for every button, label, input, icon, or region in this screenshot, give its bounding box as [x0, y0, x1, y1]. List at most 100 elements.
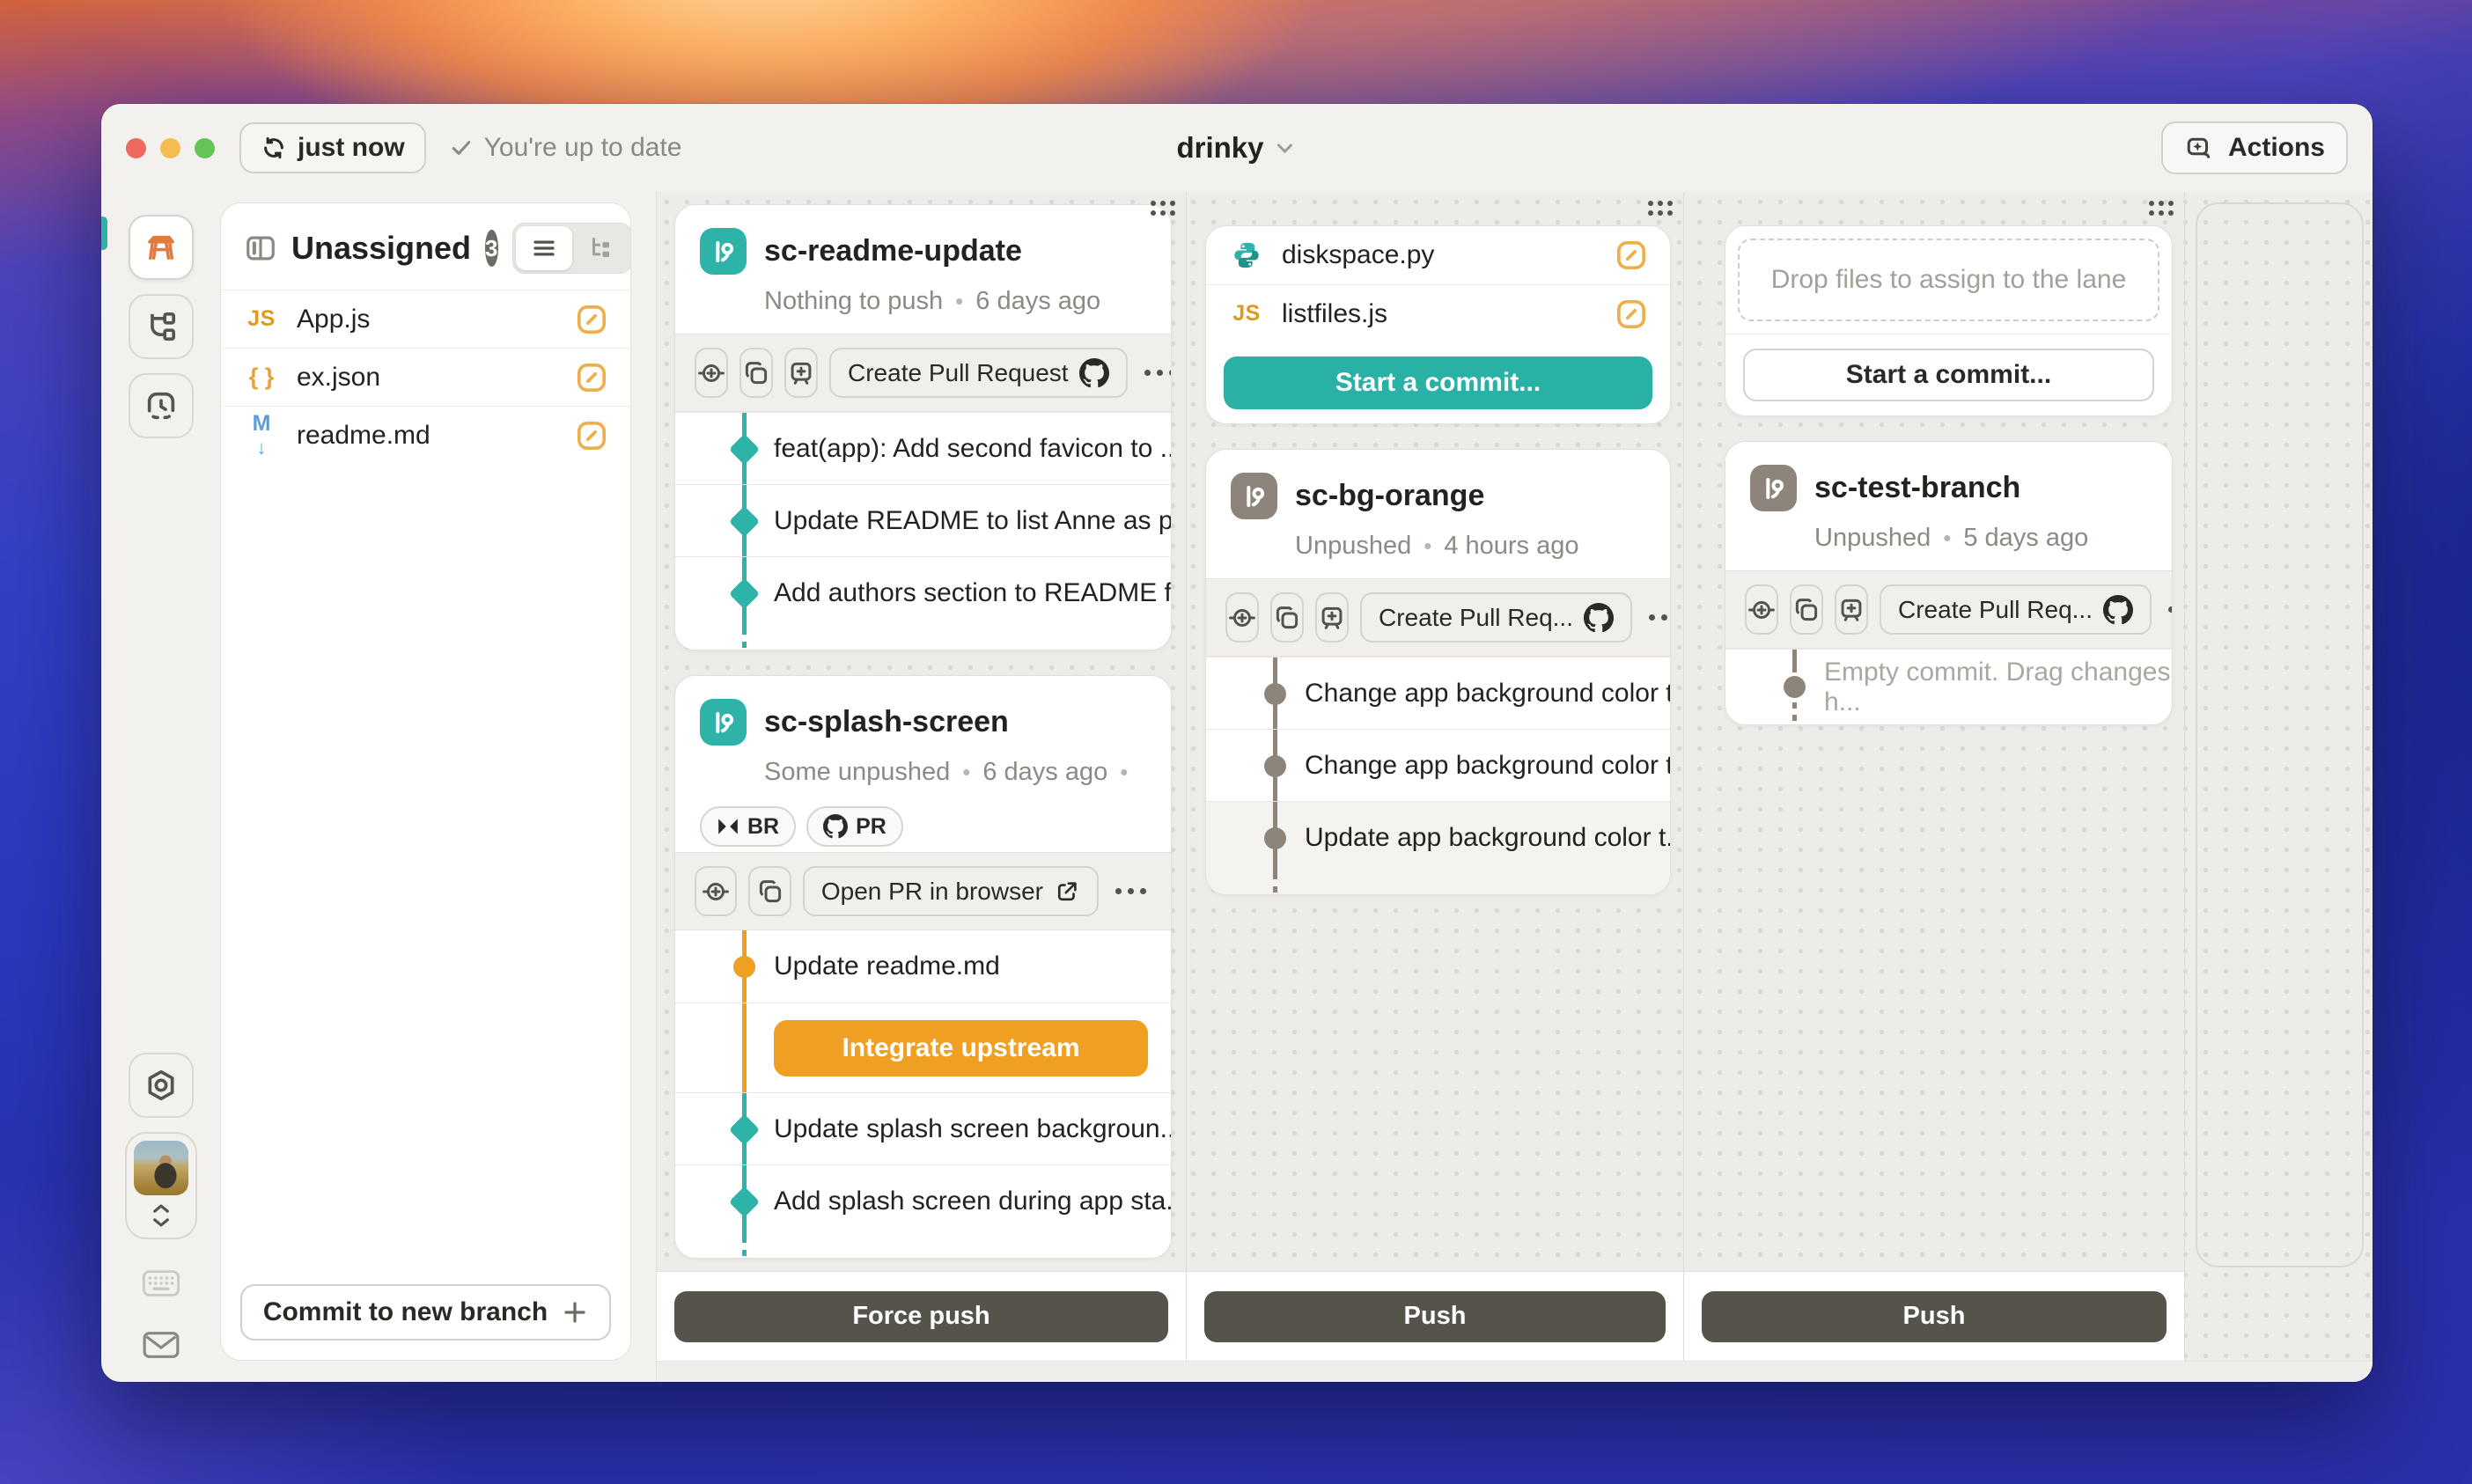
new-lane-dropzone[interactable]: [2185, 192, 2373, 1382]
project-selector[interactable]: drinky: [1176, 131, 1297, 165]
file-row[interactable]: JS App.js: [221, 290, 630, 348]
assign-changes-button[interactable]: [1225, 592, 1259, 643]
keyboard-icon: [142, 1268, 180, 1298]
list-view-button[interactable]: [516, 226, 572, 270]
lane-footer: Force push: [657, 1271, 1186, 1361]
pull-request-badge[interactable]: PR: [806, 806, 903, 847]
commit-row[interactable]: Add splash screen during app sta...: [675, 1164, 1171, 1237]
copy-branch-name-button[interactable]: [739, 348, 773, 398]
settings-button[interactable]: [129, 1053, 194, 1118]
js-file-icon: JS: [1227, 301, 1266, 327]
file-row[interactable]: diskspace.py: [1206, 226, 1670, 284]
app-window: just now You're up to date drinky Action…: [101, 104, 2373, 1382]
assign-changes-button[interactable]: [695, 866, 737, 916]
commit-to-new-branch-button[interactable]: Commit to new branch: [240, 1284, 611, 1341]
new-lane-outline: [2196, 202, 2364, 1267]
commit-row[interactable]: feat(app): Add second favicon to ...: [675, 412, 1171, 484]
branches-graph-icon: [143, 309, 179, 344]
add-review-button[interactable]: [784, 348, 818, 398]
upstream-commit-row[interactable]: Update readme.md: [675, 930, 1171, 1003]
commit-row[interactable]: Change app background color t...: [1206, 729, 1670, 801]
lane-drag-handle-icon[interactable]: [1648, 201, 1673, 216]
file-dropzone[interactable]: Drop files to assign to the lane: [1738, 239, 2159, 321]
start-commit-button[interactable]: Start a commit...: [1224, 356, 1652, 409]
copy-branch-name-button[interactable]: [748, 866, 791, 916]
start-commit-button[interactable]: Start a commit...: [1743, 349, 2154, 401]
commit-message: Update app background color t...: [1305, 823, 1670, 853]
commit-row[interactable]: Update app background color t...: [1206, 801, 1670, 873]
commit-rail-tail: [675, 1237, 1171, 1258]
branch-status: Some unpushed: [764, 758, 950, 787]
zoom-window-button[interactable]: [195, 138, 215, 158]
bowtie-icon: [717, 817, 739, 836]
branch-name[interactable]: sc-splash-screen: [764, 705, 1009, 739]
push-button[interactable]: Push: [1702, 1291, 2167, 1342]
tab-workspace[interactable]: [129, 215, 194, 280]
commit-message: Update splash screen backgroun...: [774, 1114, 1171, 1144]
assign-changes-button[interactable]: [1745, 584, 1778, 635]
dropzone-section: Drop files to assign to the lane: [1725, 226, 2172, 334]
review-plus-icon: [1317, 603, 1347, 633]
tab-history[interactable]: [129, 373, 194, 438]
minimize-window-button[interactable]: [160, 138, 180, 158]
separator-dot: [1424, 532, 1431, 561]
create-pr-button[interactable]: Create Pull Request: [829, 348, 1128, 398]
assign-changes-button[interactable]: [695, 348, 728, 398]
close-window-button[interactable]: [126, 138, 146, 158]
more-options-button[interactable]: [1139, 361, 1172, 385]
lane-2: diskspace.py JS listfiles.js Start a com…: [1187, 192, 1684, 1382]
tree-view-button[interactable]: [572, 226, 629, 270]
lane-drag-handle-icon[interactable]: [2149, 201, 2174, 216]
create-pr-button[interactable]: Create Pull Req...: [1880, 584, 2152, 635]
keyboard-shortcuts-button[interactable]: [129, 1259, 194, 1308]
commit-row[interactable]: Update README to list Anne as pr...: [675, 484, 1171, 556]
more-options-button[interactable]: [1644, 606, 1671, 629]
profile-switcher[interactable]: [125, 1132, 197, 1239]
modified-badge-icon: [1614, 238, 1649, 273]
commit-row[interactable]: Add authors section to README file: [675, 556, 1171, 628]
more-options-button[interactable]: [2163, 598, 2173, 621]
branch-time: 5 days ago: [1963, 524, 2088, 553]
commit-list: Change app background color t... Change …: [1206, 657, 1670, 894]
commit-row[interactable]: Update splash screen backgroun...: [675, 1092, 1171, 1164]
copy-icon: [1272, 603, 1302, 633]
empty-commit-row[interactable]: Empty commit. Drag changes h...: [1725, 649, 2172, 724]
branch-name[interactable]: sc-bg-orange: [1295, 479, 1484, 513]
copy-icon: [1791, 595, 1821, 625]
copy-branch-name-button[interactable]: [1270, 592, 1304, 643]
lane-drag-handle-icon[interactable]: [1151, 201, 1175, 216]
open-pr-button[interactable]: Open PR in browser: [803, 866, 1099, 916]
commit-node-icon: [1784, 676, 1806, 698]
commit-row[interactable]: Change app background color t...: [1206, 657, 1670, 729]
file-name: ex.json: [297, 363, 558, 393]
create-pr-label: Create Pull Req...: [1898, 596, 2093, 624]
branch-name[interactable]: sc-test-branch: [1814, 471, 2020, 505]
file-row[interactable]: JS listfiles.js: [1206, 284, 1670, 342]
push-button[interactable]: Push: [1204, 1291, 1666, 1342]
add-review-button[interactable]: [1835, 584, 1868, 635]
unassigned-header: Unassigned 3: [221, 203, 630, 290]
commit-message: Change app background color t...: [1305, 679, 1670, 709]
actions-button[interactable]: Actions: [2161, 121, 2348, 174]
feedback-button[interactable]: [129, 1320, 194, 1370]
add-review-button[interactable]: [1315, 592, 1349, 643]
file-row[interactable]: M↓ readme.md: [221, 406, 630, 464]
file-row[interactable]: { } ex.json: [221, 348, 630, 406]
traffic-lights: [126, 138, 215, 158]
branch-toolbar: Open PR in browser: [675, 852, 1171, 930]
review-plus-icon: [786, 358, 816, 388]
force-push-button[interactable]: Force push: [674, 1291, 1168, 1342]
lanes-bottom-strip: [657, 1361, 2373, 1382]
target-plus-icon: [701, 877, 731, 907]
commit-node-icon: [729, 505, 760, 536]
sync-button[interactable]: just now: [239, 122, 426, 173]
create-pr-button[interactable]: Create Pull Req...: [1360, 592, 1632, 643]
integrate-upstream-row: Integrate upstream: [675, 1003, 1171, 1092]
create-pr-label: Create Pull Request: [848, 359, 1069, 387]
branch-name[interactable]: sc-readme-update: [764, 234, 1022, 268]
more-options-button[interactable]: [1110, 879, 1151, 903]
tab-branches[interactable]: [129, 294, 194, 359]
copy-branch-name-button[interactable]: [1790, 584, 1823, 635]
integrate-upstream-button[interactable]: Integrate upstream: [774, 1020, 1148, 1076]
butler-review-badge[interactable]: BR: [700, 806, 796, 847]
